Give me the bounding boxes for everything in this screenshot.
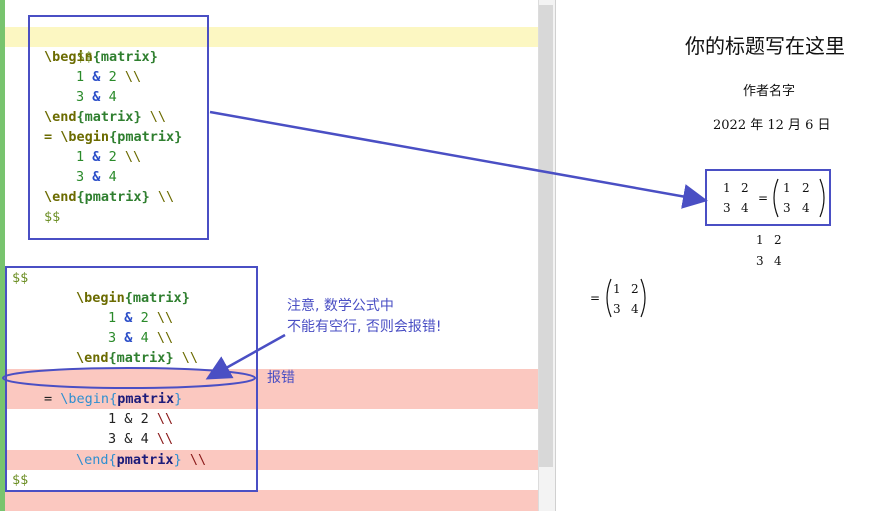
annotation-note-line1: 注意, 数学公式中 (287, 298, 394, 314)
annotation-note-line2: 不能有空行, 否则会报错! (287, 319, 442, 335)
error-label: 报错 (267, 370, 295, 386)
error-line-ellipse (2, 367, 256, 389)
arrow-code-to-preview (209, 110, 708, 209)
annotation-note: 注意, 数学公式中 不能有空行, 否则会报错! (287, 296, 442, 338)
annotation-arrows (2, 110, 708, 389)
